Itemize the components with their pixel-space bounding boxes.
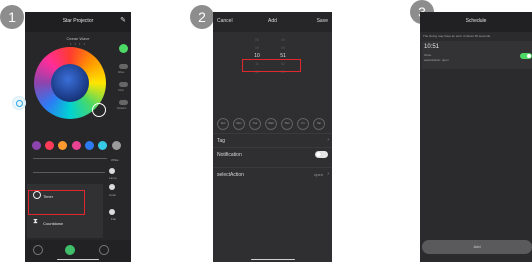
page-title: Add [268, 18, 277, 24]
power-off-icon[interactable] [33, 245, 43, 255]
notification-label: Notification [217, 152, 242, 158]
action-label: selectAction [217, 172, 244, 178]
color-wheel[interactable] [34, 47, 106, 119]
repeat-days: Sun Mon Tue Wed Thur Fri Sat [217, 118, 329, 130]
microphone-icon[interactable] [99, 245, 109, 255]
step-badge-1: 1 [0, 5, 24, 29]
minute-option[interactable]: 50 [268, 44, 298, 52]
phone-screen-add-schedule: Cancel Add Save 08 09 10 11 12 49 50 51 … [213, 12, 332, 262]
light-on-icon[interactable] [65, 245, 75, 255]
color-toggle[interactable] [119, 82, 128, 87]
day-tue[interactable]: Tue [249, 118, 261, 130]
menu-item-countdown[interactable]: ⧗ Countdown [27, 215, 103, 233]
schedule-item[interactable]: 10:51 Once selectAction: open [422, 41, 532, 69]
app-header: Star Projector ✎ [25, 12, 131, 32]
day-fri[interactable]: Fri [297, 118, 309, 130]
home-indicator [57, 258, 99, 260]
edit-icon[interactable]: ✎ [120, 16, 126, 24]
timing-notice: The timing may have an error of about 30… [423, 34, 491, 38]
color-swatches [32, 141, 124, 151]
app-header: Cancel Add Save [213, 12, 332, 32]
lamp-slider[interactable] [33, 172, 105, 173]
time-picker[interactable]: 08 09 10 11 12 49 50 51 52 53 [213, 36, 332, 108]
tag-label: Tag [217, 138, 226, 144]
add-button[interactable]: Add [422, 240, 532, 254]
color-mode-icon[interactable] [109, 184, 115, 190]
bottom-bar [25, 240, 131, 262]
lamp-icon[interactable] [109, 168, 115, 174]
app-header: Schedule [420, 12, 532, 32]
wave-label: Wave [118, 71, 125, 74]
page-title: Star Projector [62, 18, 94, 24]
step-badge-2: 2 [190, 5, 214, 29]
schedule-repeat: Once [424, 53, 432, 57]
swatch-gray[interactable] [112, 141, 121, 150]
lamp-label: Lamp [109, 176, 117, 180]
notification-toggle[interactable] [315, 151, 328, 158]
rotation-toggle[interactable] [119, 100, 128, 105]
menu-item-label: Countdown [43, 221, 64, 226]
phone-screen-schedule-list: Schedule The timing may have an error of… [420, 12, 532, 262]
swatch-cyan[interactable] [98, 141, 107, 150]
tag-row[interactable]: Tag › [213, 133, 332, 147]
swatch-orange[interactable] [58, 141, 67, 150]
home-indicator [251, 258, 295, 260]
white-label: White [111, 158, 119, 162]
swatch-red[interactable] [45, 141, 54, 150]
minute-option[interactable]: 49 [268, 36, 298, 44]
alexa-icon [12, 96, 26, 110]
swatch-pink[interactable] [72, 141, 81, 150]
fan-label: Fan [111, 217, 117, 221]
page-title: Schedule [465, 18, 487, 24]
save-button[interactable]: Save [317, 18, 328, 24]
notification-row: Notification [213, 147, 332, 161]
schedule-time: 10:51 [424, 44, 440, 50]
scene-preview [51, 64, 89, 102]
chevron-right-icon: › [327, 171, 329, 177]
color-label: Color [118, 89, 124, 92]
day-mon[interactable]: Mon [233, 118, 245, 130]
power-icon[interactable] [119, 44, 128, 53]
rotation-label: Rotation [117, 107, 127, 110]
page-dots: • • • • [70, 41, 86, 46]
wave-toggle[interactable] [119, 64, 128, 69]
action-value: open [314, 172, 323, 177]
schedule-action: selectAction: open [424, 58, 449, 62]
fan-icon[interactable] [109, 209, 115, 215]
tutorial-canvas: 1 2 3 Star Projector ✎ Ocean Wave • • • … [0, 0, 532, 263]
day-sat[interactable]: Sat [313, 118, 325, 130]
hourglass-icon: ⧗ [33, 218, 38, 225]
time-highlight-box [242, 59, 301, 72]
day-wed[interactable]: Wed [265, 118, 277, 130]
action-row[interactable]: selectAction open › [213, 167, 332, 181]
schedule-toggle[interactable] [520, 53, 532, 59]
color-wheel-handle[interactable] [92, 103, 106, 117]
timer-highlight-box [28, 190, 85, 215]
swatch-purple[interactable] [32, 141, 41, 150]
day-thur[interactable]: Thur [281, 118, 293, 130]
swatch-blue[interactable] [85, 141, 94, 150]
phone-screen-home: Star Projector ✎ Ocean Wave • • • • Wave… [25, 12, 131, 262]
chevron-right-icon: › [327, 137, 329, 143]
day-sun[interactable]: Sun [217, 118, 229, 130]
white-slider[interactable] [33, 158, 107, 159]
color-slider-label: Color [109, 193, 117, 197]
